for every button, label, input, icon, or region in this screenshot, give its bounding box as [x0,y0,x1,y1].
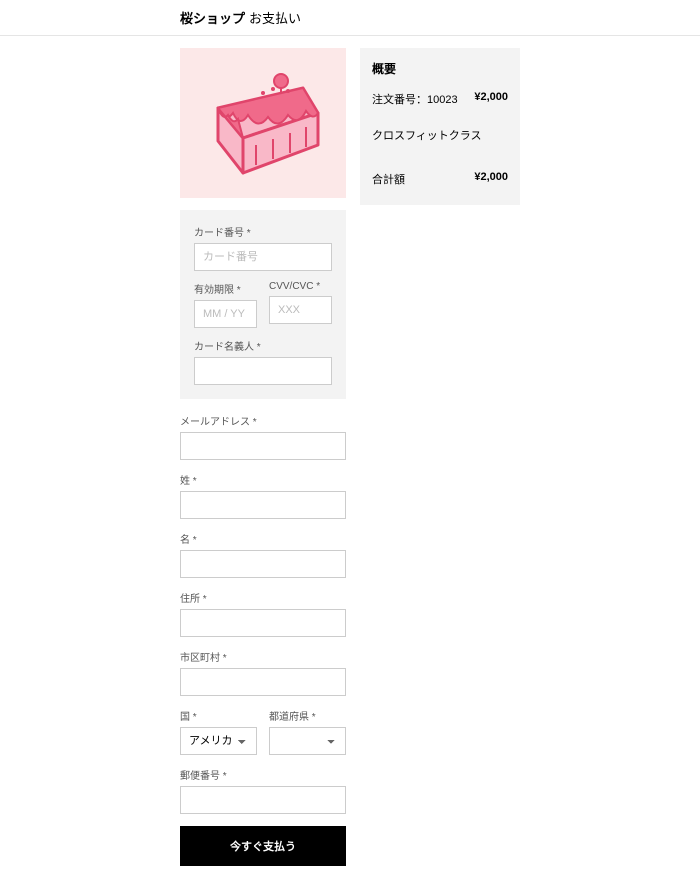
city-label: 市区町村 [180,649,346,664]
email-input[interactable] [180,432,346,460]
address-label: 住所 [180,590,346,605]
cake-icon [188,63,338,183]
lastname-input[interactable] [180,491,346,519]
country-select[interactable]: アメリカ合衆国 [180,727,257,755]
total-label: 合計額 [372,171,405,187]
state-label: 都道府県 [269,708,346,723]
total-value: ¥2,000 [474,171,508,187]
lastname-label: 姓 [180,472,346,487]
product-image [180,48,346,198]
country-label: 国 [180,708,257,723]
card-cvv-label: CVV/CVC [269,281,332,292]
city-input[interactable] [180,668,346,696]
card-name-input[interactable] [194,357,332,385]
summary-item-name: クロスフィットクラス [372,127,508,143]
postal-input[interactable] [180,786,346,814]
address-input[interactable] [180,609,346,637]
card-expiry-input[interactable] [194,300,257,328]
card-number-label: カード番号 [194,224,332,239]
card-number-input[interactable] [194,243,332,271]
order-number: 注文番号：10023 [372,91,458,107]
card-details-box: カード番号 有効期限 CVV/CVC カード名義人 [180,210,346,399]
firstname-input[interactable] [180,550,346,578]
top-bar: 桜ショップお支払い [0,0,700,36]
order-price: ¥2,000 [474,91,508,107]
state-select[interactable] [269,727,346,755]
order-summary: 概要 注文番号：10023 ¥2,000 クロスフィットクラス 合計額 ¥2,0… [360,48,520,205]
main-column: カード番号 有効期限 CVV/CVC カード名義人 メールアドレス [180,48,346,866]
pay-now-button[interactable]: 今すぐ支払う [180,826,346,866]
card-name-label: カード名義人 [194,338,332,353]
summary-title: 概要 [372,60,508,77]
shop-name: 桜ショップ [180,11,245,26]
page-title: お支払い [249,11,301,26]
card-expiry-label: 有効期限 [194,281,257,296]
postal-label: 郵便番号 [180,767,346,782]
card-cvv-input[interactable] [269,296,332,324]
firstname-label: 名 [180,531,346,546]
email-label: メールアドレス [180,413,346,428]
